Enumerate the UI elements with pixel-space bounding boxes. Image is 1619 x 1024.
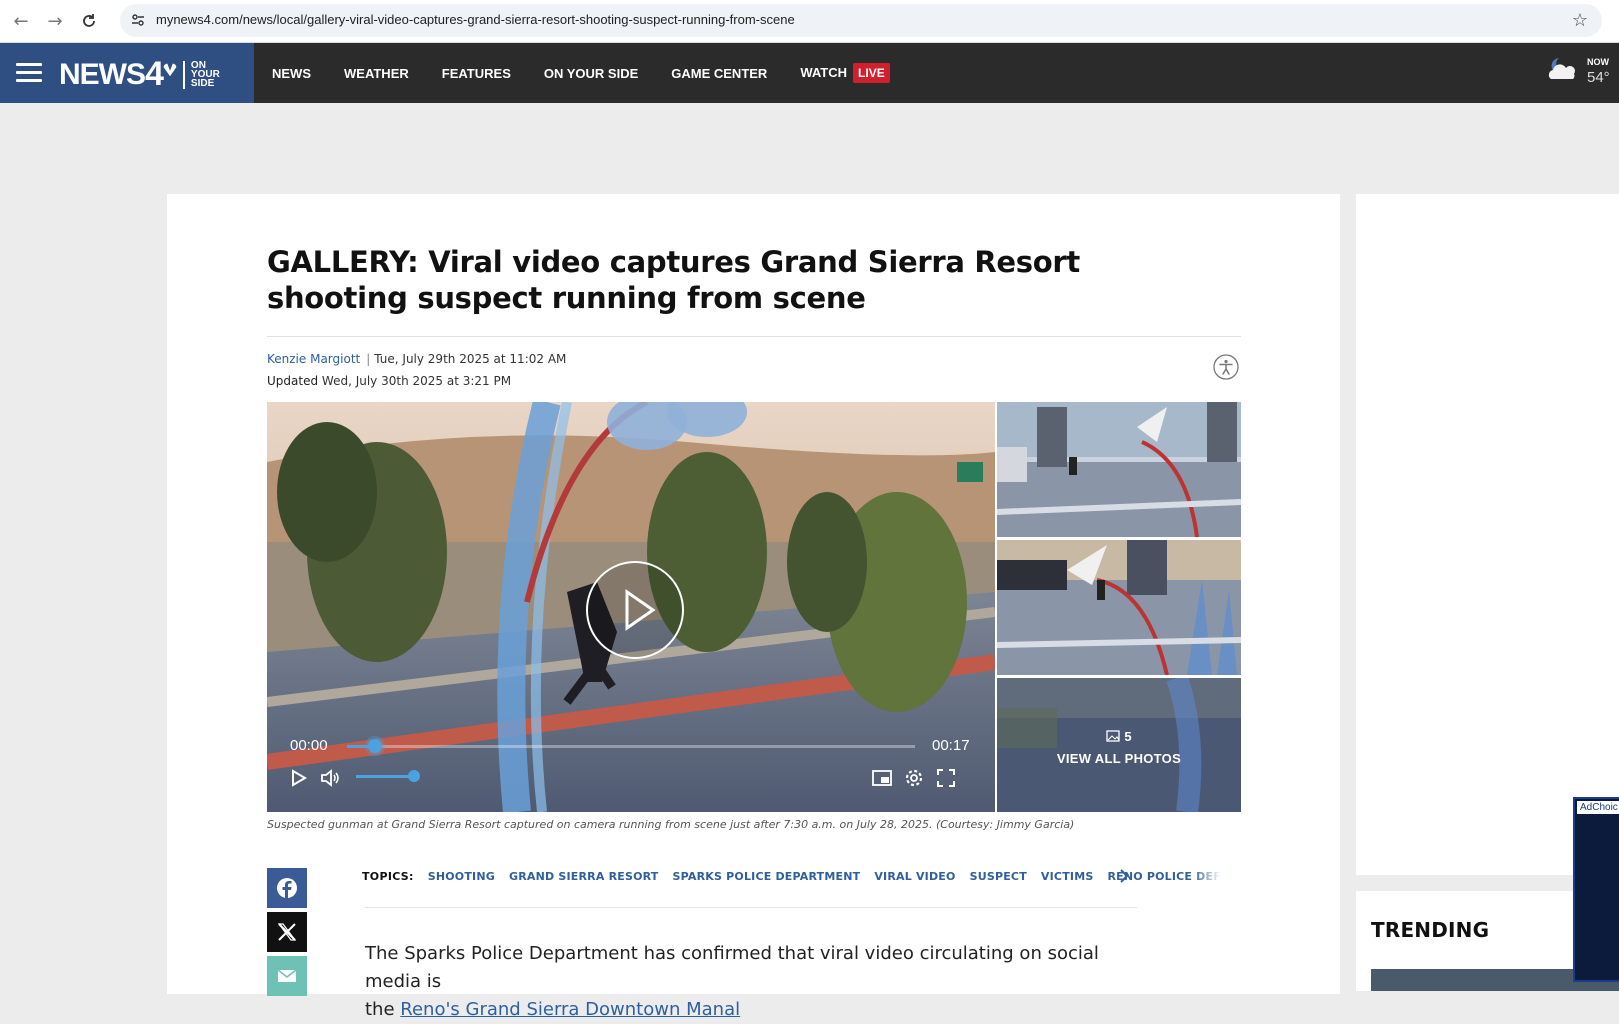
byline: Kenzie Margiott | Tue, July 29th 2025 at 1…: [267, 352, 567, 366]
duration: 00:17: [932, 737, 970, 754]
updated-label: Updated: [267, 374, 319, 388]
fullscreen-icon[interactable]: [935, 767, 957, 789]
topic-link[interactable]: SHOOTING: [428, 870, 495, 883]
email-icon: [277, 969, 297, 982]
live-badge[interactable]: LIVE: [853, 63, 890, 83]
chevron-right-icon[interactable]: [1114, 866, 1134, 886]
play-icon[interactable]: [287, 767, 309, 789]
forward-icon[interactable]: →: [42, 8, 68, 34]
body-line-1: The Sparks Police Department has confirm…: [365, 943, 1099, 992]
facebook-icon: [277, 878, 297, 898]
topics-bar: TOPICS: SHOOTING GRAND SIERRA RESORT SPA…: [362, 870, 1235, 883]
article-body: The Sparks Police Department has confirm…: [365, 940, 1155, 1024]
picture-in-picture-icon[interactable]: [871, 767, 893, 789]
updated-line: Updated Wed, July 30th 2025 at 3:21 PM: [267, 374, 511, 388]
trending-title: TRENDING: [1371, 918, 1490, 942]
topic-link[interactable]: GRAND SIERRA RESORT: [509, 870, 659, 883]
volume-slider[interactable]: [356, 775, 414, 778]
article-card: GALLERY: Viral video captures Grand Sier…: [167, 194, 1340, 1020]
weather-temp: 54°: [1587, 69, 1610, 86]
email-share-button[interactable]: [267, 956, 307, 996]
logo-tag-line3: SIDE: [190, 78, 215, 89]
topics-label: TOPICS:: [362, 870, 414, 883]
url-text[interactable]: mynews4.com/news/local/gallery-viral-vid…: [156, 12, 795, 27]
topics-divider: [365, 907, 1137, 908]
brand-block: NEWS 4 ON YOUR SIDE: [0, 43, 254, 103]
peacock-icon: [163, 63, 177, 76]
headline-divider: [267, 336, 1241, 337]
nav-game-center[interactable]: GAME CENTER: [671, 66, 767, 81]
view-all-photos-label: VIEW ALL PHOTOS: [1056, 751, 1182, 766]
publish-date: Tue, July 29th 2025 at 11:02 AM: [374, 352, 567, 366]
photo-count-row: 5: [1106, 729, 1132, 744]
main-nav: NEWS WEATHER FEATURES ON YOUR SIDE GAME …: [272, 43, 890, 103]
ad-image: [1575, 799, 1619, 980]
settings-gear-icon[interactable]: [903, 767, 925, 789]
right-rail-ad-slot: [1356, 194, 1619, 875]
weather-widget[interactable]: NOW 54°: [1545, 53, 1615, 93]
nav-watch-label: WATCH: [800, 65, 848, 80]
seek-bar[interactable]: [347, 739, 915, 753]
accessibility-icon[interactable]: [1213, 354, 1239, 380]
topic-link[interactable]: VICTIMS: [1041, 870, 1094, 883]
updated-date: Wed, July 30th 2025 at 3:21 PM: [321, 374, 512, 388]
site-settings-icon[interactable]: [130, 12, 146, 28]
reload-icon[interactable]: [76, 8, 102, 34]
gallery-thumbnail[interactable]: [997, 402, 1241, 537]
body-line-2: the: [365, 999, 401, 1020]
volume-icon[interactable]: [319, 767, 341, 789]
site-logo[interactable]: NEWS 4 ON YOUR SIDE: [59, 55, 220, 94]
thumbnail-image: [997, 402, 1241, 537]
nav-watch[interactable]: WATCH LIVE: [800, 63, 890, 83]
video-player[interactable]: 00:00 00:17: [267, 402, 995, 812]
facebook-share-button[interactable]: [267, 868, 307, 908]
thumbnail-image: [997, 540, 1241, 675]
photo-icon: [1106, 730, 1121, 742]
volume-handle[interactable]: [408, 770, 420, 782]
back-icon[interactable]: ←: [8, 8, 34, 34]
nav-weather[interactable]: WEATHER: [344, 66, 409, 81]
site-header: NEWS 4 ON YOUR SIDE NEWS WEATHER FEATURE…: [0, 43, 1619, 103]
gallery-thumbnail[interactable]: [997, 540, 1241, 675]
x-logo-icon: [277, 923, 297, 941]
author-link[interactable]: Kenzie Margiott: [267, 352, 360, 366]
view-all-photos[interactable]: 5 VIEW ALL PHOTOS: [997, 726, 1241, 766]
big-play-button[interactable]: [585, 560, 685, 660]
video-caption: Suspected gunman at Grand Sierra Resort …: [267, 818, 1075, 831]
logo-text: NEWS: [59, 57, 146, 91]
ad-banner[interactable]: AdChoic: [1573, 797, 1619, 982]
browser-toolbar: ← → mynews4.com/news/local/gallery-viral…: [0, 0, 1619, 43]
weather-now-label: NOW: [1587, 57, 1609, 67]
address-bar[interactable]: mynews4.com/news/local/gallery-viral-vid…: [120, 4, 1602, 37]
topic-link[interactable]: SPARKS POLICE DEPARTMENT: [673, 870, 861, 883]
cloudy-night-icon: [1548, 58, 1575, 79]
nav-news[interactable]: NEWS: [272, 66, 311, 81]
menu-icon[interactable]: [16, 63, 42, 83]
photo-count: 5: [1124, 729, 1132, 744]
bookmark-star-icon[interactable]: ☆: [1572, 10, 1588, 31]
view-all-photos-tile[interactable]: 5 VIEW ALL PHOTOS: [997, 678, 1241, 812]
nav-on-your-side[interactable]: ON YOUR SIDE: [544, 66, 638, 81]
x-share-button[interactable]: [267, 912, 307, 952]
current-time: 00:00: [290, 737, 328, 754]
adchoices-label[interactable]: AdChoic: [1577, 801, 1619, 814]
article-headline: GALLERY: Viral video captures Grand Sier…: [267, 245, 1080, 315]
body-link[interactable]: Reno's Grand Sierra Downtown Manal: [400, 999, 740, 1020]
topic-link[interactable]: VIRAL VIDEO: [874, 870, 955, 883]
topic-link[interactable]: SUSPECT: [970, 870, 1027, 883]
nav-features[interactable]: FEATURES: [442, 66, 511, 81]
